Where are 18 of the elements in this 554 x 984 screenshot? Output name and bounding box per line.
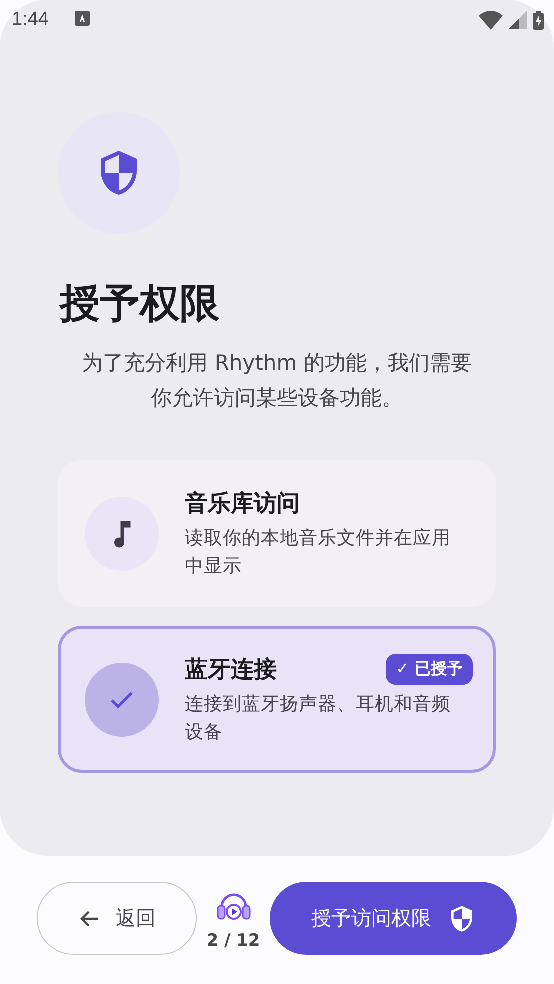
wifi-icon <box>479 10 503 30</box>
keyboard-icon <box>74 10 90 26</box>
page-description: 为了充分利用 Rhythm 的功能，我们需要你允许访问某些设备功能。 <box>81 350 473 412</box>
status-time: 1:44 <box>12 9 49 31</box>
permission-description: 连接到蓝牙扬声器、耳机和音频设备 <box>185 692 452 744</box>
back-button[interactable]: 返回 <box>37 882 197 955</box>
permission-description: 读取你的本地音乐文件并在应用中显示 <box>185 526 452 578</box>
permission-title: 音乐库访问 <box>185 490 300 518</box>
page-title: 授予权限 <box>60 280 221 329</box>
battery-icon <box>533 10 544 30</box>
permission-card[interactable]: 音乐库访问 读取你的本地音乐文件并在应用中显示 <box>58 460 496 607</box>
signal-icon <box>509 11 527 29</box>
headphones-icon <box>216 892 250 920</box>
permission-card[interactable]: 蓝牙连接 ✓ 已授予 连接到蓝牙扬声器、耳机和音频设备 <box>58 626 496 773</box>
granted-badge: ✓ 已授予 <box>386 654 473 685</box>
permission-title: 蓝牙连接 <box>185 656 277 684</box>
step-counter: 2 / 12 <box>206 930 260 950</box>
grant-access-button[interactable]: 授予访问权限 <box>270 882 517 955</box>
